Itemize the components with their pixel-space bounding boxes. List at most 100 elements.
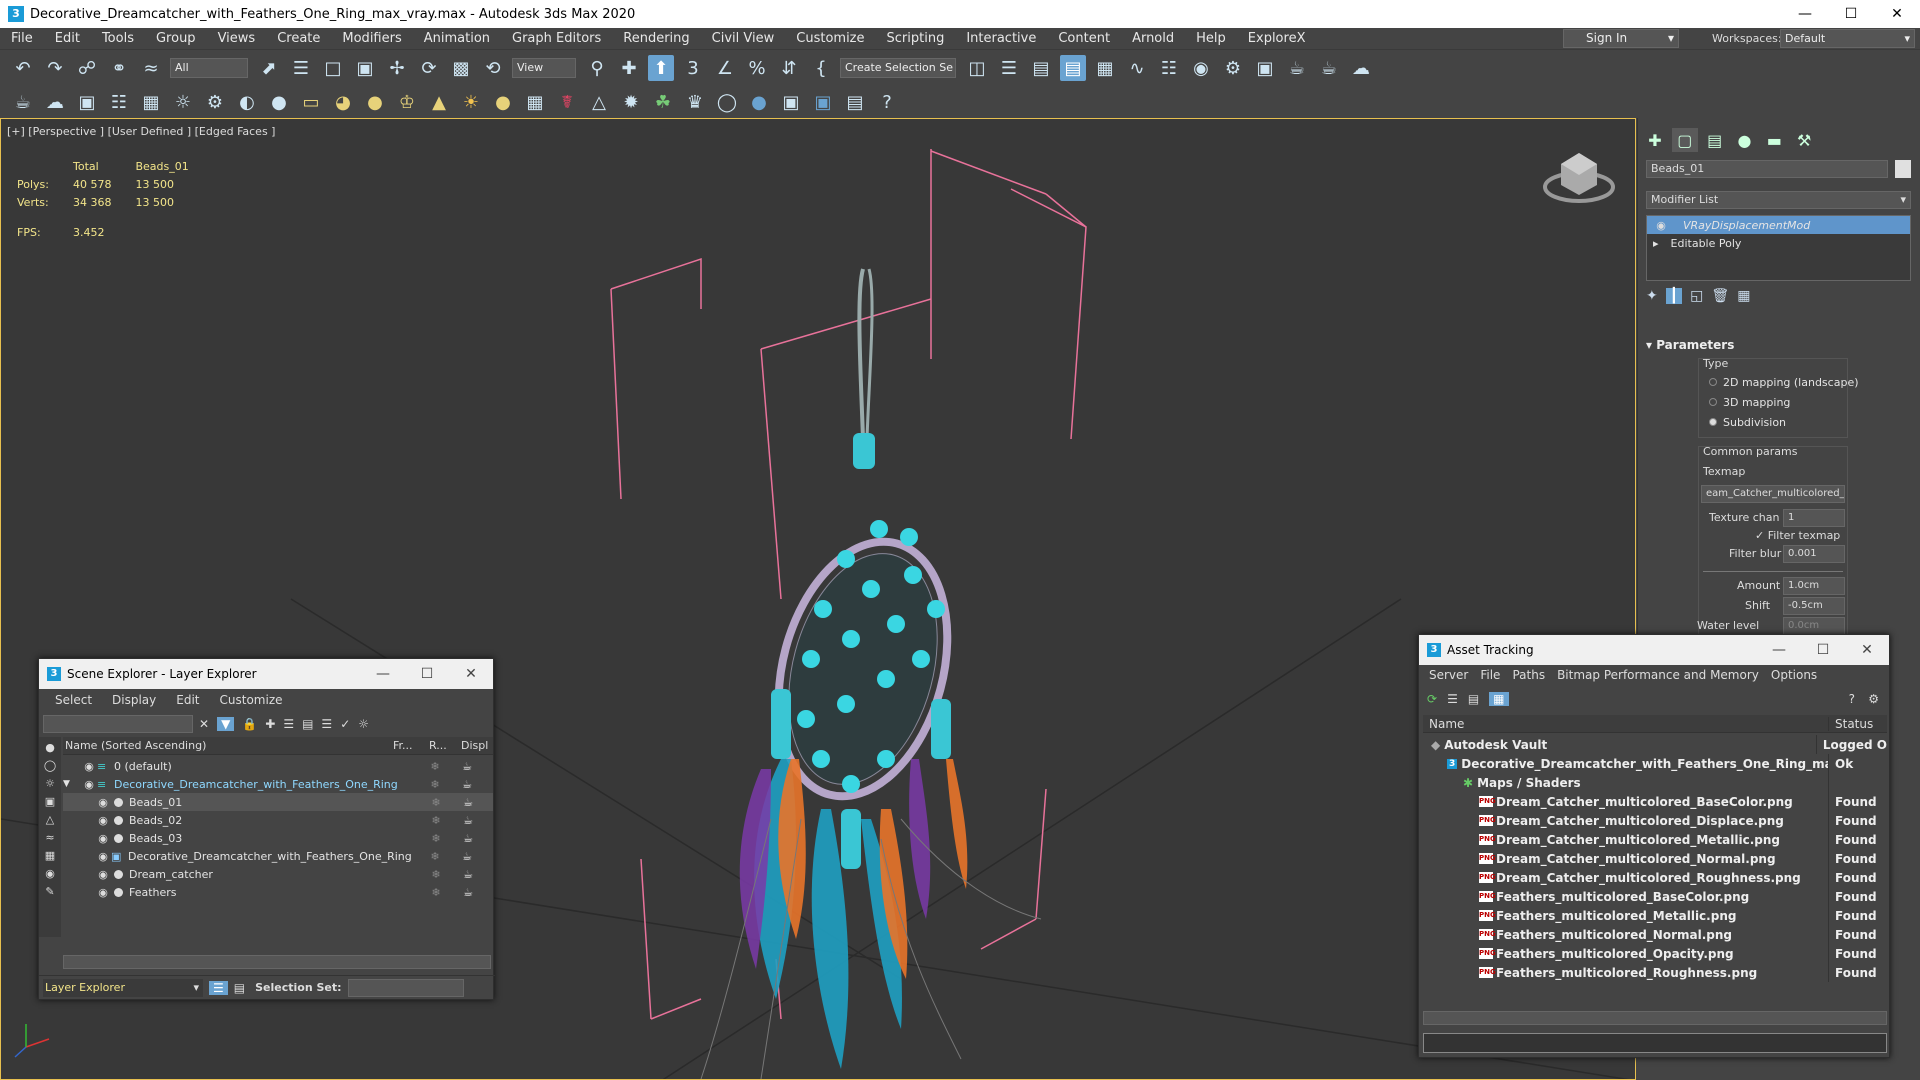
vray-light-lister-icon[interactable]: ☼ (170, 89, 196, 115)
column-name[interactable]: Name (1423, 716, 1829, 731)
close-icon[interactable]: ✕ (449, 666, 493, 682)
groups-filter-icon[interactable]: ▦ (45, 849, 55, 862)
vray-cloud-icon[interactable]: ☁ (42, 89, 68, 115)
snap-toggle-icon[interactable]: 3 (680, 55, 706, 81)
menu-item-scripting[interactable]: Scripting (876, 31, 956, 46)
column-name[interactable]: Name (Sorted Ascending) (63, 739, 393, 752)
angle-snap-icon[interactable]: ∠ (712, 55, 738, 81)
column-render[interactable]: R... (429, 739, 461, 752)
tree-row[interactable]: ◉ Beads_03 ❄ ☕ (63, 829, 493, 847)
eye-icon[interactable]: ◉ (95, 814, 111, 827)
freeze-icon[interactable]: ❄ (419, 814, 453, 827)
utilities-tab-icon[interactable]: ⚒ (1791, 128, 1817, 152)
bind-spacewarp-icon[interactable]: ≈ (138, 55, 164, 81)
scale-icon[interactable]: ▩ (448, 55, 474, 81)
eye-icon[interactable]: ◉ (81, 778, 97, 791)
vray-frame-buffer-icon[interactable]: ▣ (74, 89, 100, 115)
vray-fur-icon[interactable]: ☤ (554, 89, 580, 115)
render-icon[interactable]: ☕ (452, 778, 482, 791)
search-input[interactable] (43, 715, 193, 733)
freeze-icon[interactable]: ❄ (419, 886, 453, 899)
selection-set-dropdown[interactable] (347, 978, 464, 997)
freeze-icon[interactable]: ❄ (418, 850, 452, 863)
xrefs-filter-icon[interactable]: ◉ (45, 867, 55, 880)
rect-region-icon[interactable]: □ (320, 55, 346, 81)
move-icon[interactable]: ✢ (384, 55, 410, 81)
schematic-view-icon[interactable]: ☷ (1156, 55, 1182, 81)
menu-item-animation[interactable]: Animation (413, 31, 501, 46)
hierarchy-tab-icon[interactable]: ▤ (1702, 128, 1728, 152)
menu-item-interactive[interactable]: Interactive (955, 31, 1047, 46)
render-cloud-icon[interactable]: ☁ (1348, 55, 1374, 81)
freeze-icon[interactable]: ❄ (418, 760, 452, 773)
mirror-icon[interactable]: ◫ (964, 55, 990, 81)
eye-icon[interactable]: ◉ (1653, 219, 1669, 232)
tree-row[interactable]: ◉ ≡ 0 (default) ❄ ☕ (63, 757, 493, 775)
tree-row[interactable]: ◉ Beads_02 ❄ ☕ (63, 811, 493, 829)
asset-row[interactable]: PNG Dream_Catcher_multicolored_BaseColor.… (1423, 792, 1887, 811)
radio-subdivision[interactable]: Subdivision (1709, 413, 1786, 431)
vray-ies-light-icon[interactable]: ▲ (426, 89, 452, 115)
render-icon[interactable]: ☕ (452, 850, 482, 863)
filter-texmap-checkbox[interactable]: ✓ Filter texmap (1755, 529, 1840, 542)
layer-explorer-icon[interactable]: ▤ (1028, 55, 1054, 81)
render-iterative-icon[interactable]: ☕ (1316, 55, 1342, 81)
asset-row[interactable]: PNG Dream_Catcher_multicolored_Displace.p… (1423, 811, 1887, 830)
vray-mesh-light-icon[interactable]: ♔ (394, 89, 420, 115)
named-selection-dropdown[interactable]: Create Selection Se (840, 58, 956, 78)
stack-item-vray-displacement[interactable]: ◉ VRayDisplacementMod (1647, 216, 1910, 234)
edit-named-sel-icon[interactable]: { (808, 55, 834, 81)
settings-icon[interactable]: ⚙ (1868, 692, 1879, 706)
curve-editor-icon[interactable]: ∿ (1124, 55, 1150, 81)
menu-item-modifiers[interactable]: Modifiers (331, 31, 412, 46)
horizontal-scrollbar[interactable] (1423, 1011, 1887, 1025)
vray-dome-light-icon[interactable]: ◕ (330, 89, 356, 115)
asset-row[interactable]: PNG Feathers_multicolored_Opacity.png Foun… (1423, 944, 1887, 963)
make-unique-icon[interactable]: ◱ (1690, 288, 1703, 304)
show-end-result-icon[interactable]: ┃ (1665, 288, 1683, 304)
remove-modifier-icon[interactable]: 🗑 (1711, 288, 1729, 304)
radio-2d-mapping[interactable]: 2D mapping (landscape) (1709, 373, 1859, 391)
horizontal-scrollbar[interactable] (63, 955, 491, 969)
object-name-field[interactable]: Beads_01 (1646, 160, 1888, 178)
place-icon[interactable]: ⟲ (480, 55, 506, 81)
render-icon[interactable]: ☕ (453, 796, 483, 809)
shift-spinner[interactable]: -0.5cm (1783, 597, 1845, 615)
window-crossing-icon[interactable]: ▣ (352, 55, 378, 81)
selection-filter-dropdown[interactable]: All (170, 58, 248, 78)
display-tab-icon[interactable]: ▬ (1761, 128, 1787, 152)
set-current-layer-icon[interactable]: ✓ (340, 717, 350, 731)
align-icon[interactable]: ☰ (996, 55, 1022, 81)
vray-export-icon[interactable]: ▤ (842, 89, 868, 115)
tree-row[interactable]: ◉ Dream_catcher ❄ ☕ (63, 865, 493, 883)
column-display[interactable]: Displ (461, 739, 488, 752)
ribbon-icon[interactable]: ▦ (1092, 55, 1118, 81)
object-color-swatch[interactable] (1895, 160, 1911, 178)
table-view-icon[interactable]: ▤ (1468, 692, 1479, 706)
percent-snap-icon[interactable]: % (744, 55, 770, 81)
freeze-icon[interactable]: ❄ (418, 778, 452, 791)
minimize-icon[interactable]: — (361, 666, 405, 682)
menu-item-help[interactable]: Help (1185, 31, 1237, 46)
render-production-icon[interactable]: ☕ (1284, 55, 1310, 81)
lights-filter-icon[interactable]: ☼ (45, 777, 55, 790)
asset-row[interactable]: 3 Decorative_Dreamcatcher_with_Feathers_O… (1423, 754, 1887, 773)
asset-tracking-titlebar[interactable]: 3 Asset Tracking — ☐ ✕ (1419, 635, 1889, 665)
render-setup-icon[interactable]: ⚙ (1220, 55, 1246, 81)
filter-icon[interactable]: ▼ (217, 717, 235, 731)
unlink-icon[interactable]: ⚭ (106, 55, 132, 81)
tree-row[interactable]: ▼ ◉ ≡ Decorative_Dreamcatcher_with_Feathers… (63, 775, 493, 793)
sign-in-dropdown[interactable]: Sign In ▾ (1563, 29, 1679, 48)
reference-coord-dropdown[interactable]: View (512, 58, 576, 78)
highlight-icon[interactable]: ☼ (358, 717, 369, 731)
layer-stack-icon[interactable]: ☰ (283, 717, 294, 731)
rotate-icon[interactable]: ⟳ (416, 55, 442, 81)
at-menu-server[interactable]: Server (1429, 668, 1476, 682)
eye-icon[interactable]: ◉ (95, 850, 111, 863)
eye-icon[interactable]: ◉ (95, 796, 111, 809)
at-menu-bitmap-performance-and-memory[interactable]: Bitmap Performance and Memory (1557, 668, 1767, 682)
modify-tab-icon[interactable]: ▢ (1671, 128, 1698, 152)
menu-item-views[interactable]: Views (207, 31, 267, 46)
motion-tab-icon[interactable]: ● (1731, 128, 1757, 152)
radio-3d-mapping[interactable]: 3D mapping (1709, 393, 1790, 411)
